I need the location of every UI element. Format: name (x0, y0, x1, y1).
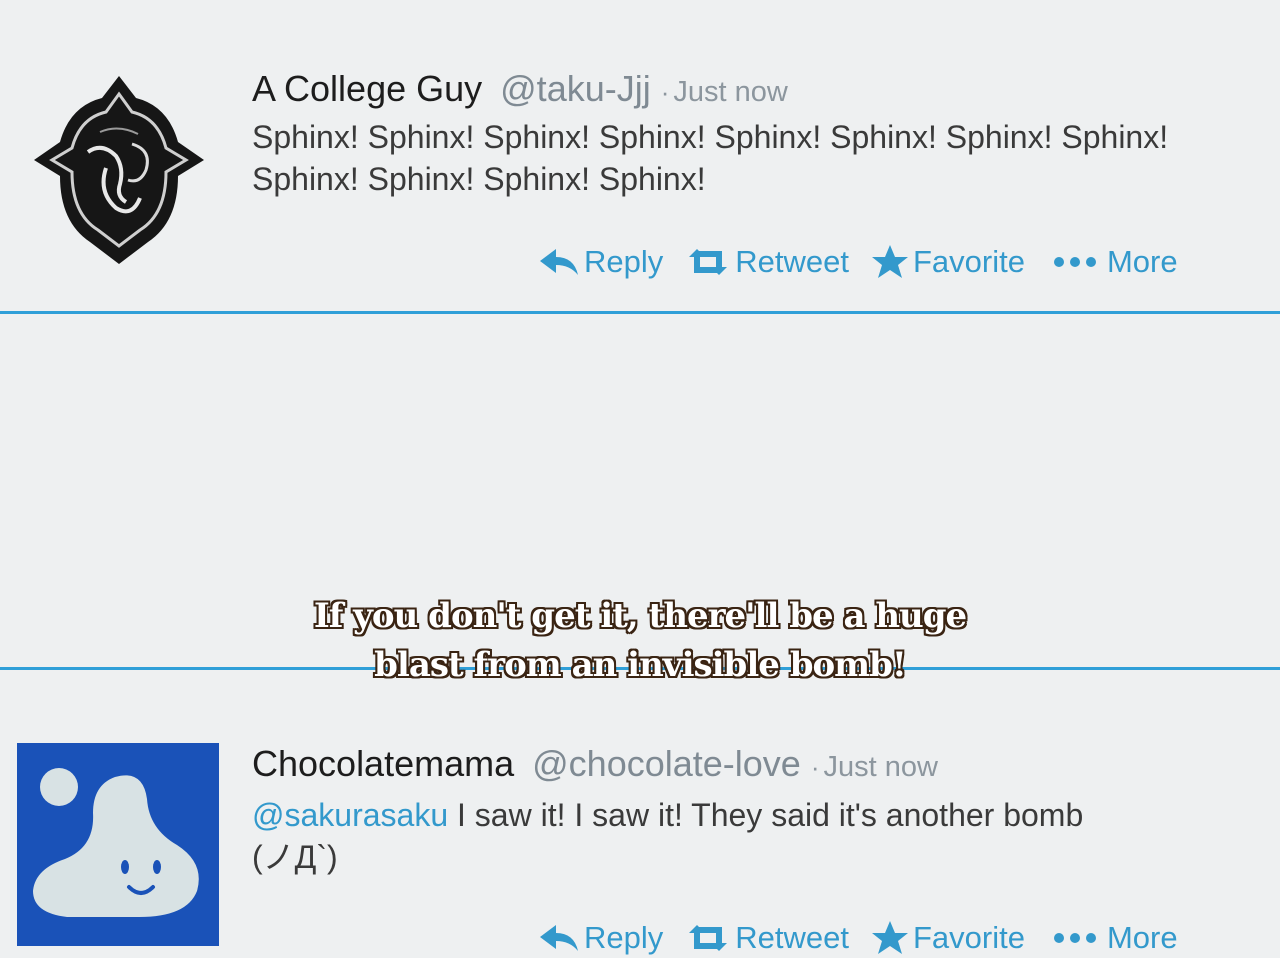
separator: · (810, 752, 820, 782)
reply-label: Reply (584, 920, 664, 955)
author-handle[interactable]: @chocolate-love (532, 743, 801, 784)
reply-button[interactable]: Reply (538, 920, 663, 956)
timestamp[interactable]: Just now (673, 76, 787, 108)
tweet-text: @sakurasaku I saw it! I saw it! They sai… (252, 794, 1083, 878)
reply-label: Reply (584, 244, 664, 279)
reply-icon (540, 925, 578, 951)
more-label: More (1106, 244, 1178, 279)
author-handle[interactable]: @taku-Jjj (500, 68, 651, 109)
more-dots-icon (1053, 933, 1096, 943)
more-button[interactable]: More (1051, 920, 1178, 956)
retweet-label: Retweet (735, 920, 849, 955)
author-name[interactable]: A College Guy (252, 68, 482, 109)
more-dots-icon (1053, 257, 1096, 267)
retweet-icon (689, 925, 728, 951)
tweet-item[interactable]: A College Guy @taku-Jjj · Just now Sphinx! … (0, 0, 1280, 311)
tweet-actions: Reply Retweet Favorite More (538, 242, 1200, 282)
tweet-text-rest: I saw it! I saw it! They said it's anoth… (448, 797, 1084, 833)
tweet-actions: Reply Retweet Favorite More (538, 918, 1200, 958)
subtitle-line: blast from an invisible bomb! (374, 645, 907, 685)
separator: · (660, 77, 670, 107)
star-icon (872, 921, 908, 954)
favorite-label: Favorite (913, 244, 1025, 279)
favorite-label: Favorite (913, 920, 1025, 955)
star-icon (872, 245, 908, 278)
more-label: More (1106, 920, 1178, 955)
reply-icon (540, 249, 578, 275)
avatar[interactable] (28, 72, 210, 268)
tweet-text-line: @sakurasaku I saw it! I saw it! They sai… (252, 794, 1083, 836)
mention-link[interactable]: @sakurasaku (252, 797, 448, 833)
retweet-button[interactable]: Retweet (685, 920, 849, 956)
subtitle-line: If you don't get it, there'll be a huge (313, 596, 967, 636)
more-button[interactable]: More (1051, 244, 1178, 280)
blob-smiley-icon (17, 743, 219, 946)
retweet-icon (689, 249, 728, 275)
tweet-text-line: (ノД`) (252, 839, 338, 875)
author-name[interactable]: Chocolatemama (252, 743, 514, 784)
retweet-button[interactable]: Retweet (685, 244, 849, 280)
ornate-crest-icon (34, 76, 204, 264)
retweet-label: Retweet (735, 244, 849, 279)
divider (0, 311, 1280, 314)
avatar[interactable] (17, 743, 219, 946)
favorite-button[interactable]: Favorite (871, 920, 1025, 956)
tweet-header: Chocolatemama @chocolate-love · Just now (252, 743, 938, 785)
tweet-text-line: Sphinx! Sphinx! Sphinx! Sphinx! Sphinx! … (252, 119, 1169, 155)
reply-button[interactable]: Reply (538, 244, 663, 280)
tweet-header: A College Guy @taku-Jjj · Just now (252, 68, 788, 110)
tweet-text: Sphinx! Sphinx! Sphinx! Sphinx! Sphinx! … (252, 116, 1168, 200)
tweet-text-line: Sphinx! Sphinx! Sphinx! Sphinx! (252, 161, 706, 197)
timestamp[interactable]: Just now (823, 751, 937, 783)
favorite-button[interactable]: Favorite (871, 244, 1025, 280)
